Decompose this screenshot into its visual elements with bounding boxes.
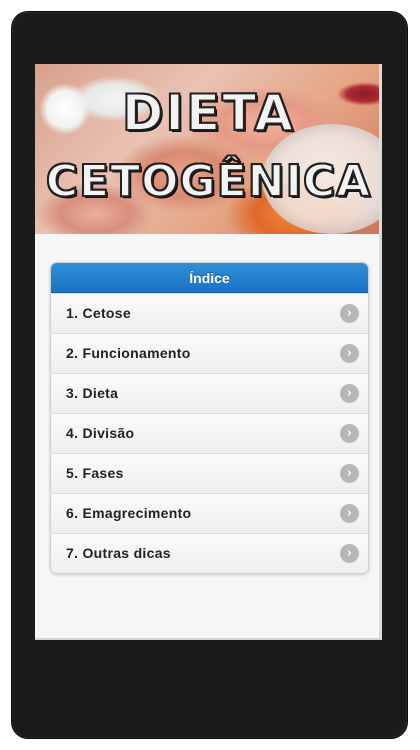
chevron-right-icon: ›	[340, 544, 359, 563]
list-item-outras-dicas[interactable]: 7. Outras dicas ›	[51, 533, 368, 573]
chevron-right-icon: ›	[340, 464, 359, 483]
index-list: Índice 1. Cetose › 2. Funcionamento › 3.…	[50, 262, 369, 574]
chevron-right-icon: ›	[340, 384, 359, 403]
chevron-right-icon: ›	[340, 304, 359, 323]
chevron-right-icon: ›	[340, 344, 359, 363]
list-item-label: 1. Cetose	[66, 305, 131, 321]
chevron-right-icon: ›	[340, 424, 359, 443]
list-item-label: 7. Outras dicas	[66, 545, 171, 561]
header-banner-image: DIETA CETOGÊNICA	[35, 64, 379, 234]
list-item-emagrecimento[interactable]: 6. Emagrecimento ›	[51, 493, 368, 533]
list-item-label: 2. Funcionamento	[66, 345, 191, 361]
list-item-label: 3. Dieta	[66, 385, 119, 401]
list-item-funcionamento[interactable]: 2. Funcionamento ›	[51, 333, 368, 373]
list-item-fases[interactable]: 5. Fases ›	[51, 453, 368, 493]
list-item-label: 5. Fases	[66, 465, 124, 481]
list-item-divisao[interactable]: 4. Divisão ›	[51, 413, 368, 453]
list-item-label: 4. Divisão	[66, 425, 135, 441]
list-item-dieta[interactable]: 3. Dieta ›	[51, 373, 368, 413]
list-item-label: 6. Emagrecimento	[66, 505, 192, 521]
banner-title-line1: DIETA	[121, 84, 296, 142]
index-list-header: Índice	[51, 263, 368, 293]
app-screen: DIETA CETOGÊNICA Índice 1. Cetose › 2. F…	[35, 64, 382, 640]
chevron-right-icon: ›	[340, 504, 359, 523]
list-item-cetose[interactable]: 1. Cetose ›	[51, 293, 368, 333]
banner-title-line2: CETOGÊNICA	[45, 156, 372, 207]
